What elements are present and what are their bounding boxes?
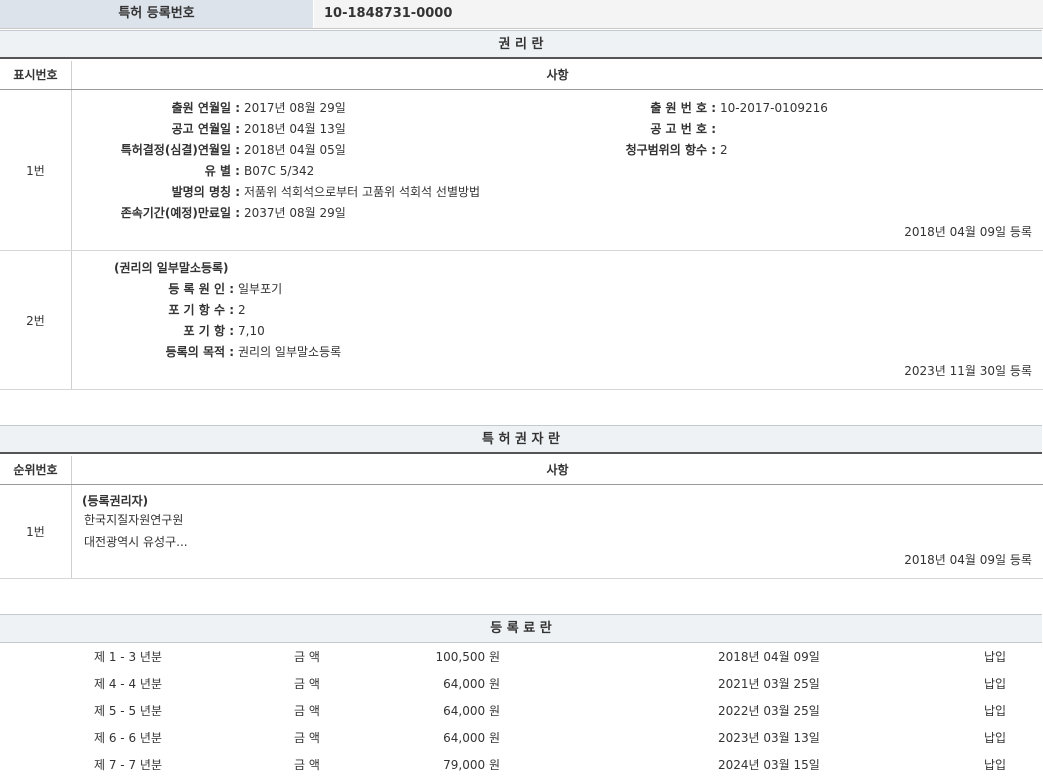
- holders-col-num: 순위번호: [0, 456, 72, 484]
- fee-period: 제 4 - 4 년분: [94, 671, 162, 698]
- holders-section-title: 특 허 권 자 란: [0, 425, 1042, 454]
- fee-row: 제 5 - 5 년분 금 액 64,000 원 2022년 03월 25일 납입: [0, 698, 1043, 725]
- holders-col-desc: 사항: [72, 456, 1043, 484]
- field-invention-title: 발명의 명칭 : 저품위 석회석으로부터 고품위 석회석 선별방법: [0, 182, 600, 202]
- fee-row: 제 4 - 4 년분 금 액 64,000 원 2021년 03월 25일 납입: [0, 671, 1043, 698]
- field-abandoned-count: 포 기 항 수 : 2: [0, 300, 594, 320]
- field-registration-cause: 등 록 원 인 : 일부포기: [0, 279, 594, 299]
- fee-amount: 100,500 원: [436, 644, 500, 671]
- fee-period: 제 7 - 7 년분: [94, 752, 162, 779]
- registration-header: 특허 등록번호 10-1848731-0000: [0, 0, 1043, 29]
- fee-period: 제 1 - 3 년분: [94, 644, 162, 671]
- field-label: 청구범위의 항수 :: [0, 140, 716, 160]
- fee-period: 제 6 - 6 년분: [94, 725, 162, 752]
- registration-number-value: 10-1848731-0000: [314, 0, 1043, 28]
- fee-amount: 64,000 원: [443, 725, 500, 752]
- field-label: 존속기간(예정)만료일 :: [0, 203, 240, 223]
- rights-row-1: 1번 출원 연월일 : 2017년 08월 29일 공고 연월일 : 2018년…: [0, 90, 1043, 251]
- field-label: 등록의 목적 :: [0, 342, 234, 362]
- field-label: 출 원 번 호 :: [0, 98, 716, 118]
- holder-name: 한국지질자원연구원: [84, 510, 183, 530]
- holders-row-1: 1번 (등록권리자) 한국지질자원연구원 대전광역시 유성구... 2018년 …: [0, 485, 1043, 579]
- holder-address: 대전광역시 유성구...: [84, 532, 188, 552]
- field-label: 발명의 명칭 :: [0, 182, 240, 202]
- fee-status: 납입: [984, 752, 1006, 779]
- fee-status: 납입: [984, 644, 1006, 671]
- entry-heading: (권리의 일부말소등록): [114, 258, 229, 278]
- field-label: 등 록 원 인 :: [0, 279, 234, 299]
- fee-amount: 79,000 원: [443, 752, 500, 779]
- field-label: 유 별 :: [0, 161, 240, 181]
- fee-amount-label: 금 액: [294, 725, 320, 752]
- field-value: 7,10: [238, 321, 265, 341]
- holder-heading: (등록권리자): [82, 491, 148, 511]
- field-label: 공 고 번 호 :: [0, 119, 716, 139]
- field-value: 2: [238, 300, 246, 320]
- field-classification: 유 별 : B07C 5/342: [0, 161, 600, 181]
- rights-row-num: 2번: [0, 251, 72, 389]
- fee-row: 제 1 - 3 년분 금 액 100,500 원 2018년 04월 09일 납…: [0, 644, 1043, 671]
- fees-section-title: 등 록 료 란: [0, 614, 1042, 643]
- field-value: 2: [720, 140, 728, 160]
- field-claim-count: 청구범위의 항수 : 2: [0, 140, 900, 160]
- field-value: B07C 5/342: [244, 161, 314, 181]
- rights-col-desc: 사항: [72, 61, 1043, 89]
- registration-date: 2018년 04월 09일 등록: [904, 222, 1032, 242]
- fee-status: 납입: [984, 725, 1006, 752]
- field-value: 권리의 일부말소등록: [238, 342, 341, 362]
- fee-date: 2024년 03월 15일: [718, 752, 820, 779]
- fee-row: 제 7 - 7 년분 금 액 79,000 원 2024년 03월 15일 납입: [0, 752, 1043, 779]
- field-value: 저품위 석회석으로부터 고품위 석회석 선별방법: [244, 182, 480, 202]
- rights-col-num: 표시번호: [0, 61, 72, 89]
- field-registration-purpose: 등록의 목적 : 권리의 일부말소등록: [0, 342, 594, 362]
- field-value: 일부포기: [238, 279, 282, 299]
- registration-number-label: 특허 등록번호: [0, 0, 313, 28]
- fee-amount: 64,000 원: [443, 671, 500, 698]
- fee-row: 제 6 - 6 년분 금 액 64,000 원 2023년 03월 13일 납입: [0, 725, 1043, 752]
- holders-row-num: 1번: [0, 485, 72, 578]
- fee-date: 2022년 03월 25일: [718, 698, 820, 725]
- field-abandoned-claims: 포 기 항 : 7,10: [0, 321, 594, 341]
- fee-status: 납입: [984, 671, 1006, 698]
- fee-amount-label: 금 액: [294, 671, 320, 698]
- field-expiry-date: 존속기간(예정)만료일 : 2037년 08월 29일: [0, 203, 600, 223]
- field-value: 2037년 08월 29일: [244, 203, 346, 223]
- field-publication-number: 공 고 번 호 :: [0, 119, 900, 139]
- rights-row-2: 2번 (권리의 일부말소등록) 등 록 원 인 : 일부포기 포 기 항 수 :…: [0, 251, 1043, 390]
- rights-section-title: 권 리 란: [0, 30, 1042, 59]
- fee-date: 2021년 03월 25일: [718, 671, 820, 698]
- field-label: 포 기 항 :: [0, 321, 234, 341]
- fee-date: 2023년 03월 13일: [718, 725, 820, 752]
- fee-amount-label: 금 액: [294, 698, 320, 725]
- fee-status: 납입: [984, 698, 1006, 725]
- field-label: 포 기 항 수 :: [0, 300, 234, 320]
- registration-date: 2023년 11월 30일 등록: [904, 361, 1032, 381]
- fee-amount: 64,000 원: [443, 698, 500, 725]
- fee-amount-label: 금 액: [294, 644, 320, 671]
- fee-date: 2018년 04월 09일: [718, 644, 820, 671]
- holders-column-header: 순위번호 사항: [0, 456, 1043, 485]
- fee-amount-label: 금 액: [294, 752, 320, 779]
- field-value: 10-2017-0109216: [720, 98, 828, 118]
- rights-column-header: 표시번호 사항: [0, 61, 1043, 90]
- registration-date: 2018년 04월 09일 등록: [904, 550, 1032, 570]
- field-application-number: 출 원 번 호 : 10-2017-0109216: [0, 98, 900, 118]
- fee-period: 제 5 - 5 년분: [94, 698, 162, 725]
